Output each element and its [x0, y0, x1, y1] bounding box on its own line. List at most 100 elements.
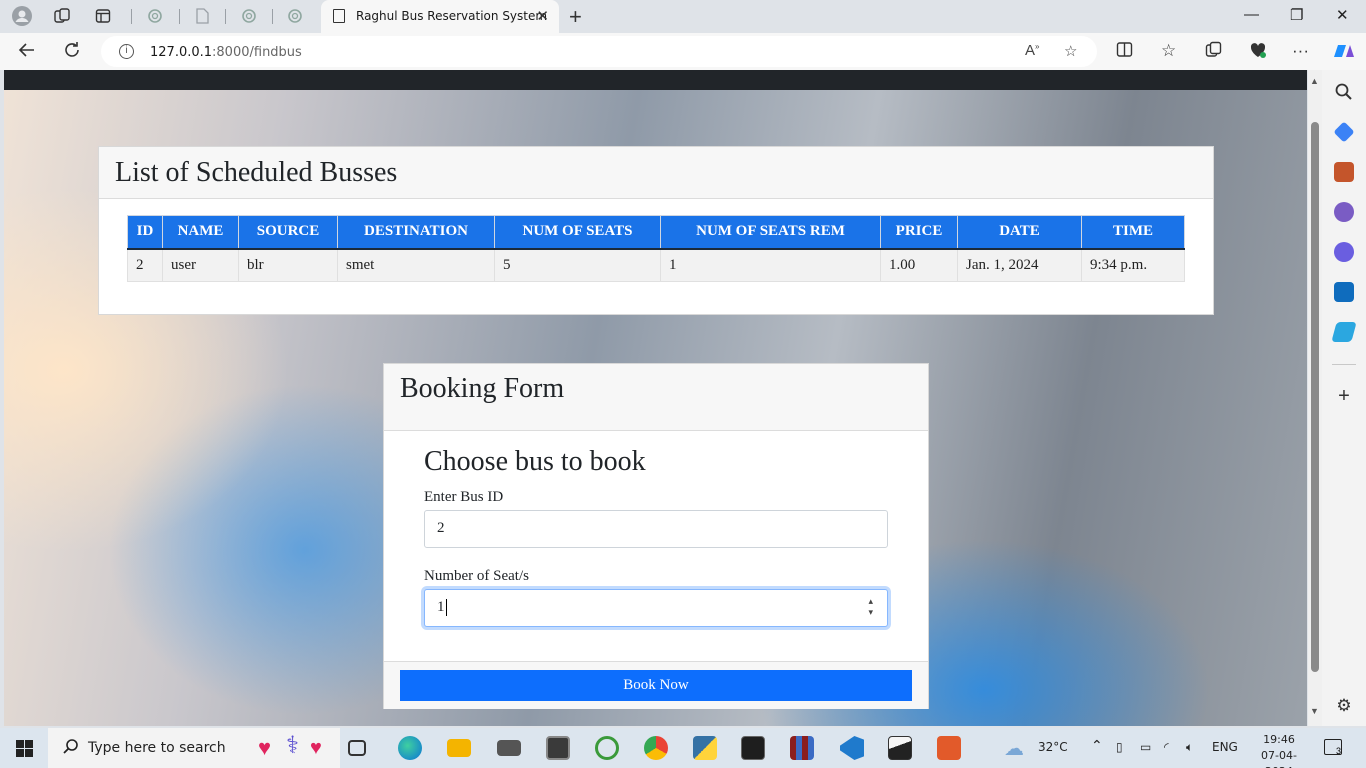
- taskbar-photos-icon[interactable]: [888, 736, 912, 760]
- sidebar-divider: [1332, 364, 1356, 365]
- sidebar-outlook-icon[interactable]: [1334, 282, 1354, 302]
- sidebar-telegram-icon[interactable]: [1331, 322, 1357, 342]
- taskbar-refresh-app-icon[interactable]: [595, 736, 619, 760]
- taskbar-edge-icon[interactable]: [398, 736, 422, 760]
- minimize-icon[interactable]: —: [1244, 6, 1259, 23]
- page-viewport: List of Scheduled Busses ID NAME SOURCE …: [4, 70, 1307, 726]
- favorites-icon[interactable]: ☆: [1161, 41, 1176, 61]
- scroll-up-icon[interactable]: ▲: [1310, 76, 1319, 86]
- browser-essentials-icon[interactable]: [1249, 41, 1267, 64]
- taskbar-python-icon[interactable]: [693, 736, 717, 760]
- taskbar: Type here to search ♥ ⚕ ♥ ☁ 32°C ⌃ ▯ ▭ ◜…: [0, 728, 1366, 768]
- taskbar-chrome-icon[interactable]: [644, 736, 668, 760]
- bus-id-input[interactable]: 2: [424, 510, 888, 548]
- taskbar-terminal-icon[interactable]: [741, 736, 765, 760]
- sidebar-shopping-icon[interactable]: [1333, 121, 1355, 143]
- refresh-icon[interactable]: [63, 41, 81, 64]
- copilot-icon[interactable]: [1334, 41, 1354, 66]
- tab-title: Raghul Bus Reservation System: [356, 9, 548, 23]
- book-now-button[interactable]: Book Now: [400, 670, 912, 701]
- new-tab-icon[interactable]: +: [569, 4, 582, 30]
- sidebar-games-icon[interactable]: [1334, 202, 1354, 222]
- bus-list-card: List of Scheduled Busses ID NAME SOURCE …: [98, 146, 1214, 315]
- clock-time: 19:46: [1263, 733, 1295, 746]
- tab-separator: [225, 9, 226, 24]
- scrollbar-thumb[interactable]: [1311, 122, 1319, 672]
- number-spinner[interactable]: ▴ ▾: [868, 596, 873, 618]
- sidebar-microsoft365-icon[interactable]: [1334, 242, 1354, 262]
- favorite-star-icon[interactable]: ☆: [1064, 42, 1077, 60]
- tray-device-icon[interactable]: ▯: [1116, 740, 1123, 754]
- url-host: 127.0.0.1: [150, 45, 213, 60]
- pinned-tab-chatgpt-icon[interactable]: [238, 5, 260, 27]
- wifi-icon[interactable]: ◜: [1164, 740, 1169, 754]
- back-icon[interactable]: [18, 41, 36, 64]
- pinned-tab-chatgpt-icon[interactable]: [284, 5, 306, 27]
- collections-icon[interactable]: [1205, 41, 1222, 63]
- tab-separator: [272, 9, 273, 24]
- page-scrollbar[interactable]: ▲ ▼: [1308, 70, 1322, 726]
- profile-icon[interactable]: [11, 5, 33, 27]
- split-screen-icon[interactable]: [1116, 41, 1133, 63]
- close-window-icon[interactable]: ✕: [1336, 6, 1349, 24]
- close-tab-icon[interactable]: ✕: [536, 7, 549, 25]
- booking-form-card: Booking Form Choose bus to book Enter Bu…: [383, 363, 929, 709]
- language-indicator[interactable]: ENG: [1212, 740, 1238, 754]
- cell-name: user: [162, 248, 239, 282]
- weather-icon[interactable]: ☁: [1004, 736, 1024, 761]
- search-placeholder: Type here to search: [88, 740, 226, 756]
- edge-sidebar: + ⚙: [1322, 70, 1366, 726]
- column-header: DESTINATION: [337, 215, 495, 250]
- restore-icon[interactable]: ❐: [1290, 6, 1303, 24]
- taskbar-explorer-icon[interactable]: [447, 739, 471, 757]
- tray-expand-icon[interactable]: ⌃: [1091, 738, 1103, 754]
- search-icon: [62, 738, 80, 761]
- windows-start-icon[interactable]: [16, 740, 33, 757]
- spinner-down-icon[interactable]: ▾: [868, 607, 873, 618]
- taskbar-search[interactable]: Type here to search ♥ ⚕ ♥: [48, 728, 340, 768]
- notification-center-icon[interactable]: 3: [1324, 739, 1342, 756]
- read-aloud-icon[interactable]: A»: [1025, 42, 1039, 59]
- volume-icon[interactable]: 🔈︎: [1186, 740, 1193, 755]
- workspaces-icon[interactable]: [51, 5, 73, 27]
- seats-input[interactable]: 1 ▴ ▾: [424, 589, 888, 627]
- column-header: ID: [127, 215, 163, 250]
- cell-num-seats: 5: [494, 248, 661, 282]
- sidebar-settings-icon[interactable]: ⚙: [1334, 696, 1354, 716]
- column-header: SOURCE: [238, 215, 338, 250]
- battery-icon[interactable]: ▭: [1140, 740, 1151, 754]
- bus-id-label: Enter Bus ID: [424, 489, 504, 505]
- clock-date: 07-04-2024: [1261, 749, 1297, 768]
- top-navbar: [4, 70, 1307, 90]
- more-options-icon[interactable]: ···: [1292, 41, 1309, 61]
- text-caret: [445, 599, 447, 617]
- sidebar-tools-icon[interactable]: [1334, 162, 1354, 182]
- site-info-icon[interactable]: i: [119, 44, 134, 59]
- taskbar-vscode-icon[interactable]: [840, 736, 864, 760]
- search-highlight-icon: ♥: [258, 735, 272, 760]
- temperature[interactable]: 32°C: [1038, 740, 1068, 754]
- column-header: NUM OF SEATS: [494, 215, 661, 250]
- notification-count: 3: [1335, 746, 1341, 756]
- url-field[interactable]: i 127.0.0.1:8000/findbus A» ☆: [101, 36, 1097, 67]
- seats-value: 1: [437, 599, 445, 615]
- booking-form-footer: Book Now: [384, 661, 928, 709]
- column-header: DATE: [957, 215, 1082, 250]
- spinner-up-icon[interactable]: ▴: [868, 596, 873, 607]
- taskbar-app-icon[interactable]: [937, 736, 961, 760]
- pinned-tab-chatgpt-icon[interactable]: [144, 5, 166, 27]
- tab-actions-icon[interactable]: [92, 5, 114, 27]
- scroll-down-icon[interactable]: ▼: [1310, 706, 1319, 716]
- sidebar-add-icon[interactable]: +: [1334, 386, 1354, 406]
- taskbar-monitor-icon[interactable]: [546, 736, 570, 760]
- clock[interactable]: 19:46 07-04-2024: [1255, 732, 1303, 768]
- table-row: 2 user blr smet 5 1 1.00 Jan. 1, 2024 9:…: [127, 248, 1185, 282]
- sidebar-search-icon[interactable]: [1334, 82, 1354, 102]
- taskbar-mail-icon[interactable]: [497, 740, 521, 756]
- booking-form-title: Booking Form: [384, 364, 928, 431]
- pinned-tab-page-icon[interactable]: [191, 5, 213, 27]
- taskbar-winrar-icon[interactable]: [790, 736, 814, 760]
- table-header-row: ID NAME SOURCE DESTINATION NUM OF SEATS …: [127, 215, 1185, 250]
- tab-active[interactable]: Raghul Bus Reservation System ✕: [321, 0, 559, 33]
- task-view-icon[interactable]: [348, 740, 366, 756]
